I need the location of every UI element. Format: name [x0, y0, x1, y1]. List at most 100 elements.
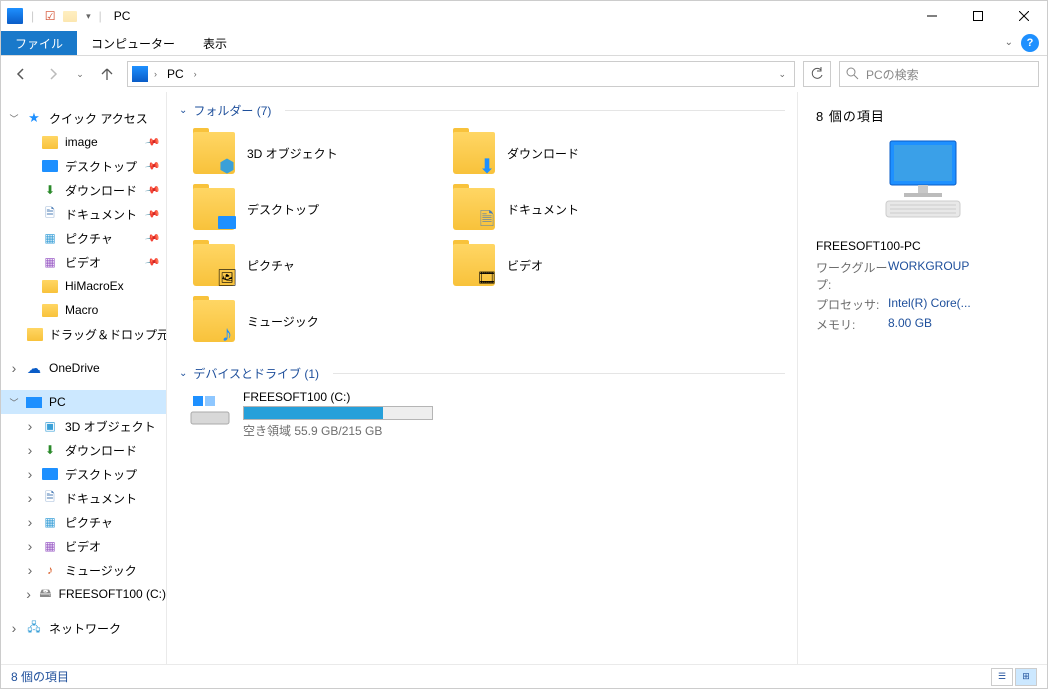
chevron-down-icon[interactable]	[7, 396, 21, 409]
close-button[interactable]	[1001, 1, 1047, 31]
tree-item[interactable]: HiMacroEx	[1, 274, 166, 298]
system-menu-icon[interactable]	[7, 8, 23, 24]
chevron-right-icon[interactable]	[23, 466, 37, 482]
tree-quick-access[interactable]: ★ クイック アクセス	[1, 106, 166, 130]
chevron-right-icon[interactable]	[23, 538, 37, 554]
folder-icon: ⬇	[453, 132, 495, 174]
tree-item[interactable]: ▦ピクチャ	[1, 510, 166, 534]
minimize-button[interactable]	[909, 1, 955, 31]
folder-item-documents[interactable]: 🗎ドキュメント	[449, 183, 709, 235]
pin-icon: 📌	[144, 158, 161, 174]
view-tiles-button[interactable]: ⊞	[1015, 668, 1037, 686]
group-header-devices[interactable]: ⌄ デバイスとドライブ (1)	[179, 365, 785, 382]
tree-pc[interactable]: PC	[1, 390, 166, 414]
tree-item[interactable]: ドラッグ＆ドロップ元	[1, 322, 166, 346]
tree-item[interactable]: 🗎ドキュメント📌	[1, 202, 166, 226]
tree-label: PC	[49, 395, 66, 409]
details-label: ワークグループ:	[816, 259, 888, 293]
chevron-right-icon[interactable]	[23, 586, 34, 602]
details-row: ワークグループ:WORKGROUP	[816, 259, 1029, 293]
details-value: WORKGROUP	[888, 259, 1029, 293]
ribbon-tab-view[interactable]: 表示	[189, 31, 241, 55]
pin-icon: 📌	[144, 182, 161, 198]
folder-item-music[interactable]: ♪ミュージック	[189, 295, 449, 347]
tree-item[interactable]: ▣3D オブジェクト	[1, 414, 166, 438]
maximize-button[interactable]	[955, 1, 1001, 31]
tree-item[interactable]: 🗎ドキュメント	[1, 486, 166, 510]
nav-recent-dropdown[interactable]: ⌄	[73, 61, 87, 87]
tree-label: ビデオ	[65, 538, 101, 555]
chevron-right-icon[interactable]: ›	[192, 69, 199, 79]
tree-item[interactable]: ⬇ダウンロード	[1, 438, 166, 462]
tree-label: ビデオ	[65, 254, 101, 271]
folders-grid: ⬢3D オブジェクト ⬇ダウンロード デスクトップ 🗎ドキュメント 🖼ピクチャ …	[189, 127, 785, 347]
nav-up-button[interactable]	[95, 61, 119, 87]
details-row: プロセッサ:Intel(R) Core(...	[816, 296, 1029, 313]
group-header-folders[interactable]: ⌄ フォルダー (7)	[179, 102, 785, 119]
drive-item-c[interactable]: FREESOFT100 (C:) 空き領域 55.9 GB/215 GB	[189, 390, 785, 439]
chevron-down-icon[interactable]	[7, 112, 21, 125]
tree-label: OneDrive	[49, 361, 100, 375]
view-details-button[interactable]: ☰	[991, 668, 1013, 686]
folder-item-downloads[interactable]: ⬇ダウンロード	[449, 127, 709, 179]
tree-item[interactable]: Macro	[1, 298, 166, 322]
window-title: PC	[114, 9, 131, 23]
tree-item[interactable]: ▦ビデオ📌	[1, 250, 166, 274]
nav-forward-button[interactable]	[41, 61, 65, 87]
drive-progress-bar	[243, 406, 433, 420]
folder-icon	[41, 301, 59, 319]
tree-item[interactable]: ▦ピクチャ📌	[1, 226, 166, 250]
tree-onedrive[interactable]: ☁ OneDrive	[1, 356, 166, 380]
group-title: デバイスとドライブ (1)	[193, 365, 319, 382]
chevron-right-icon[interactable]	[23, 442, 37, 458]
details-item-count: 8 個の項目	[816, 106, 1029, 125]
chevron-right-icon[interactable]: ›	[152, 69, 159, 79]
folder-item-3dobjects[interactable]: ⬢3D オブジェクト	[189, 127, 449, 179]
help-icon[interactable]: ?	[1021, 34, 1039, 52]
breadcrumb-pc[interactable]: PC	[163, 67, 188, 81]
ribbon-collapse-icon[interactable]: ⌄	[1005, 31, 1019, 55]
drive-free-space: 空き領域 55.9 GB/215 GB	[243, 422, 433, 439]
ribbon-tab-computer[interactable]: コンピューター	[77, 31, 189, 55]
chevron-right-icon[interactable]	[23, 514, 37, 530]
ribbon-tab-file[interactable]: ファイル	[1, 31, 77, 55]
folder-item-desktop[interactable]: デスクトップ	[189, 183, 449, 235]
music-icon: ♪	[41, 561, 59, 579]
star-icon: ★	[25, 109, 43, 127]
chevron-right-icon[interactable]	[7, 620, 21, 636]
folder-label: デスクトップ	[247, 201, 319, 218]
folder-label: ビデオ	[507, 257, 543, 274]
chevron-down-icon[interactable]: ⌄	[179, 105, 187, 116]
chevron-down-icon[interactable]: ⌄	[179, 368, 187, 379]
folder-icon	[27, 325, 43, 343]
chevron-right-icon[interactable]	[23, 418, 37, 434]
cloud-icon: ☁	[25, 359, 43, 377]
address-bar[interactable]: › PC › ⌄	[127, 61, 795, 87]
folder-label: ピクチャ	[247, 257, 295, 274]
tree-label: image	[65, 135, 98, 149]
tree-item[interactable]: 🖴FREESOFT100 (C:)	[1, 582, 166, 606]
tree-item[interactable]: ⬇ダウンロード📌	[1, 178, 166, 202]
tree-network[interactable]: 🖧ネットワーク	[1, 616, 166, 640]
chevron-right-icon[interactable]	[23, 562, 37, 578]
folder-item-videos[interactable]: 🎞ビデオ	[449, 239, 709, 291]
refresh-button[interactable]	[803, 61, 831, 87]
qat-newfolder-icon[interactable]	[62, 8, 78, 24]
desktop-icon	[41, 465, 59, 483]
tree-item[interactable]: デスクトップ📌	[1, 154, 166, 178]
address-dropdown-icon[interactable]: ⌄	[770, 69, 794, 80]
details-value: 8.00 GB	[888, 316, 1029, 333]
chevron-right-icon[interactable]	[7, 360, 21, 376]
folder-item-pictures[interactable]: 🖼ピクチャ	[189, 239, 449, 291]
search-input[interactable]: PCの検索	[839, 61, 1039, 87]
qat-properties-icon[interactable]: ☑	[42, 8, 58, 24]
chevron-right-icon[interactable]	[23, 490, 37, 506]
pin-icon: 📌	[144, 134, 161, 150]
tree-item[interactable]: ▦ビデオ	[1, 534, 166, 558]
qat-dropdown-icon[interactable]: ▾	[86, 11, 91, 22]
drive-icon: 🖴	[38, 585, 52, 603]
nav-back-button[interactable]	[9, 61, 33, 87]
tree-item[interactable]: image 📌	[1, 130, 166, 154]
tree-item[interactable]: デスクトップ	[1, 462, 166, 486]
tree-item[interactable]: ♪ミュージック	[1, 558, 166, 582]
